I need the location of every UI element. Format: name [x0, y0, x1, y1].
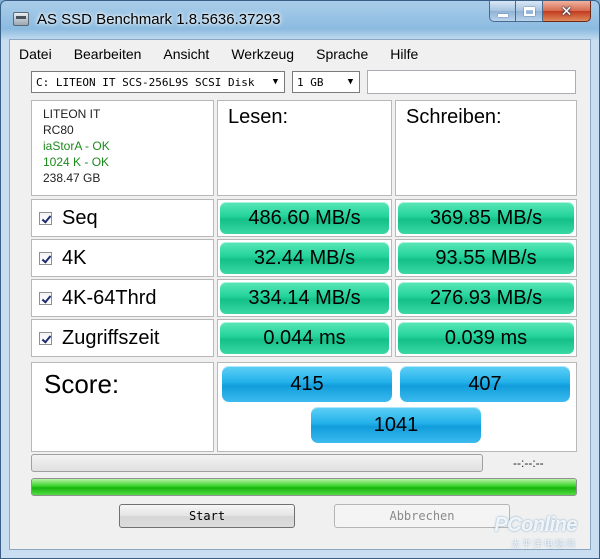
close-button[interactable]: ✕	[543, 1, 591, 22]
seq-write-value: 369.85 MB/s	[398, 202, 574, 234]
elapsed-time: --:--:--	[513, 456, 544, 470]
row-label-text: 4K-64Thrd	[62, 286, 157, 309]
read-column-header: Lesen:	[217, 100, 392, 196]
title-bar[interactable]: AS SSD Benchmark 1.8.5636.37293 ✕	[1, 1, 599, 39]
chevron-down-icon: ▼	[347, 77, 354, 87]
zugriffszeit-read-cell: 0.044 ms	[217, 319, 392, 357]
driver-status: iaStorA - OK	[43, 139, 110, 153]
row-label-text: 4K	[62, 246, 87, 269]
score-cell: 415 407 1041	[217, 362, 577, 452]
maximize-button[interactable]	[516, 1, 543, 22]
client-area: Datei Bearbeiten Ansicht Werkzeug Sprach…	[9, 39, 591, 550]
seq-read-value: 486.60 MB/s	[220, 202, 389, 234]
score-write: 407	[400, 366, 570, 402]
menu-werkzeug[interactable]: Werkzeug	[231, 46, 294, 62]
pconline-watermark: PConline 太平洋电脑网	[494, 514, 577, 550]
row-label-text: Seq	[62, 206, 98, 229]
checkbox-seq[interactable]	[39, 211, 52, 225]
watermark-sub: 太平洋电脑网	[510, 539, 577, 549]
menu-bearbeiten[interactable]: Bearbeiten	[74, 46, 142, 62]
zugriffszeit-write-value: 0.039 ms	[398, 322, 574, 354]
checkbox-4k[interactable]	[39, 251, 52, 265]
close-icon: ✕	[560, 2, 573, 19]
row-label-4k[interactable]: 4K	[31, 239, 214, 277]
checkbox-zugriffszeit[interactable]	[39, 331, 52, 345]
drive-select[interactable]: C: LITEON IT SCS-256L9S SCSI Disk ▼	[31, 71, 285, 93]
score-label: Score:	[31, 362, 214, 452]
menu-bar: Datei Bearbeiten Ansicht Werkzeug Sprach…	[10, 40, 590, 68]
drive-select-value: C: LITEON IT SCS-256L9S SCSI Disk	[36, 75, 255, 89]
4k-64thrd-read-value: 334.14 MB/s	[220, 282, 389, 314]
start-button[interactable]: Start	[119, 504, 295, 528]
row-label-seq[interactable]: Seq	[31, 199, 214, 237]
menu-datei[interactable]: Datei	[19, 46, 52, 62]
abort-button[interactable]: Abbrechen	[334, 504, 510, 528]
alignment-status: 1024 K - OK	[43, 155, 110, 169]
overall-progress-bar	[31, 478, 577, 496]
app-window: AS SSD Benchmark 1.8.5636.37293 ✕ Datei …	[0, 0, 600, 559]
seq-write-cell: 369.85 MB/s	[395, 199, 577, 237]
menu-hilfe[interactable]: Hilfe	[390, 46, 418, 62]
4k-64thrd-read-cell: 334.14 MB/s	[217, 279, 392, 317]
menu-ansicht[interactable]: Ansicht	[163, 46, 209, 62]
drive-capacity: 238.47 GB	[43, 171, 101, 185]
row-label-zugriffszeit[interactable]: Zugriffszeit	[31, 319, 214, 357]
overall-progress-fill	[32, 479, 576, 495]
drive-vendor: LITEON IT	[43, 107, 101, 121]
maximize-icon	[523, 6, 535, 16]
zugriffszeit-read-value: 0.044 ms	[220, 322, 389, 354]
size-select[interactable]: 1 GB ▼	[292, 71, 360, 93]
menu-sprache[interactable]: Sprache	[316, 46, 368, 62]
chevron-down-icon: ▼	[272, 77, 279, 87]
drive-firmware: RC80	[43, 123, 74, 137]
zugriffszeit-write-cell: 0.039 ms	[395, 319, 577, 357]
caption-buttons: ✕	[489, 1, 591, 22]
row-label-text: Zugriffszeit	[62, 326, 160, 349]
4k-read-value: 32.44 MB/s	[220, 242, 389, 274]
drive-info-panel: LITEON IT RC80 iaStorA - OK 1024 K - OK …	[31, 100, 214, 196]
score-total: 1041	[311, 407, 481, 443]
window-title: AS SSD Benchmark 1.8.5636.37293	[37, 11, 281, 28]
4k-64thrd-write-value: 276.93 MB/s	[398, 282, 574, 314]
score-read: 415	[222, 366, 392, 402]
current-test-progress-bar	[31, 454, 483, 472]
empty-text-field[interactable]	[367, 70, 576, 94]
write-column-header: Schreiben:	[395, 100, 577, 196]
results-grid: LITEON IT RC80 iaStorA - OK 1024 K - OK …	[31, 100, 577, 452]
row-label-4k-64thrd[interactable]: 4K-64Thrd	[31, 279, 214, 317]
watermark-logo: PConline	[494, 514, 577, 536]
minimize-icon	[497, 13, 508, 17]
seq-read-cell: 486.60 MB/s	[217, 199, 392, 237]
4k-write-value: 93.55 MB/s	[398, 242, 574, 274]
4k-64thrd-write-cell: 276.93 MB/s	[395, 279, 577, 317]
4k-write-cell: 93.55 MB/s	[395, 239, 577, 277]
drive-icon	[13, 12, 29, 26]
4k-read-cell: 32.44 MB/s	[217, 239, 392, 277]
score-area: Score: 415 407 1041	[31, 362, 577, 452]
checkbox-4k-64thrd[interactable]	[39, 291, 52, 305]
minimize-button[interactable]	[489, 1, 516, 22]
size-select-value: 1 GB	[297, 75, 324, 89]
